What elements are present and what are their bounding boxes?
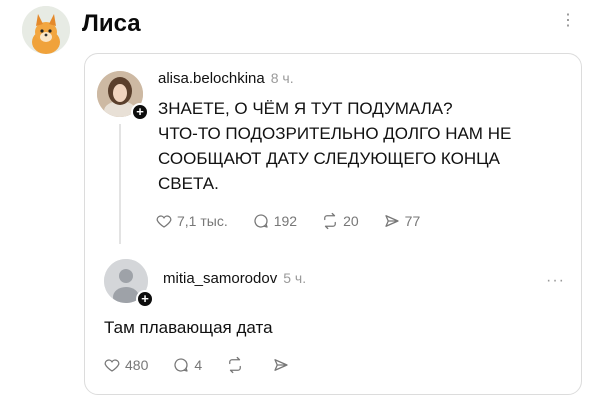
horizontal-ellipsis-icon[interactable]: ··· [546,272,565,290]
comment-button[interactable]: 192 [252,212,297,230]
reply-repost-button[interactable] [226,356,248,374]
follow-plus-icon[interactable]: + [131,103,149,121]
speech-bubble-icon [174,358,188,372]
reply-like-button[interactable]: 480 [103,356,148,374]
channel-name[interactable]: Лиса [82,10,141,38]
heart-icon [156,215,172,228]
reply-comment-count: 4 [194,357,203,373]
reply-text: Там плавающая дата [104,318,273,337]
reply-comment-button[interactable]: 4 [172,356,202,374]
like-count: 7,1 тыс. [177,213,228,229]
follow-plus-icon[interactable]: + [136,290,154,308]
post-time: 8 ч. [270,70,294,86]
reply-time: 5 ч. [283,270,307,286]
comment-count: 192 [273,213,298,229]
post-line: ЧТО-ТО ПОДОЗРИТЕЛЬНО ДОЛГО НАМ НЕ [158,124,512,143]
share-count: 77 [404,213,421,229]
speech-bubble-icon [254,214,268,228]
post-text: ЗНАЕТЕ, О ЧЁМ Я ТУТ ПОДУМАЛА? ЧТО-ТО ПОД… [158,96,558,196]
reply-author[interactable]: mitia_samorodov 5 ч. [163,270,306,287]
share-button[interactable]: 77 [383,212,421,230]
repost-icon [229,356,242,374]
reply-share-button[interactable] [272,356,294,374]
repost-icon [324,212,336,230]
repost-button[interactable]: 20 [321,212,359,230]
heart-icon [104,359,120,372]
post-line: ЗНАЕТЕ, О ЧЁМ Я ТУТ ПОДУМАЛА? [158,99,453,118]
repost-count: 20 [343,213,359,229]
send-icon [385,215,399,227]
post-username[interactable]: alisa.belochkina [158,70,265,87]
fox-image [22,6,70,54]
post-line: СООБЩАЮТ ДАТУ СЛЕДУЮЩЕГО КОНЦА [158,149,501,168]
post-author[interactable]: alisa.belochkina 8 ч. [158,70,294,87]
reply-username[interactable]: mitia_samorodov [163,270,277,287]
post-actions: 7,1 тыс. 192 20 77 [155,212,444,230]
reply-like-count: 480 [125,357,149,373]
vertical-ellipsis-icon[interactable]: ⋮ [560,10,576,32]
post-header: Лиса ⋮ [0,0,600,60]
reply-actions: 480 4 [103,356,318,374]
send-icon [274,359,288,371]
like-button[interactable]: 7,1 тыс. [155,212,228,230]
channel-avatar[interactable] [22,6,70,54]
thread-line [119,124,121,244]
post-line: СВЕТА. [158,174,219,193]
